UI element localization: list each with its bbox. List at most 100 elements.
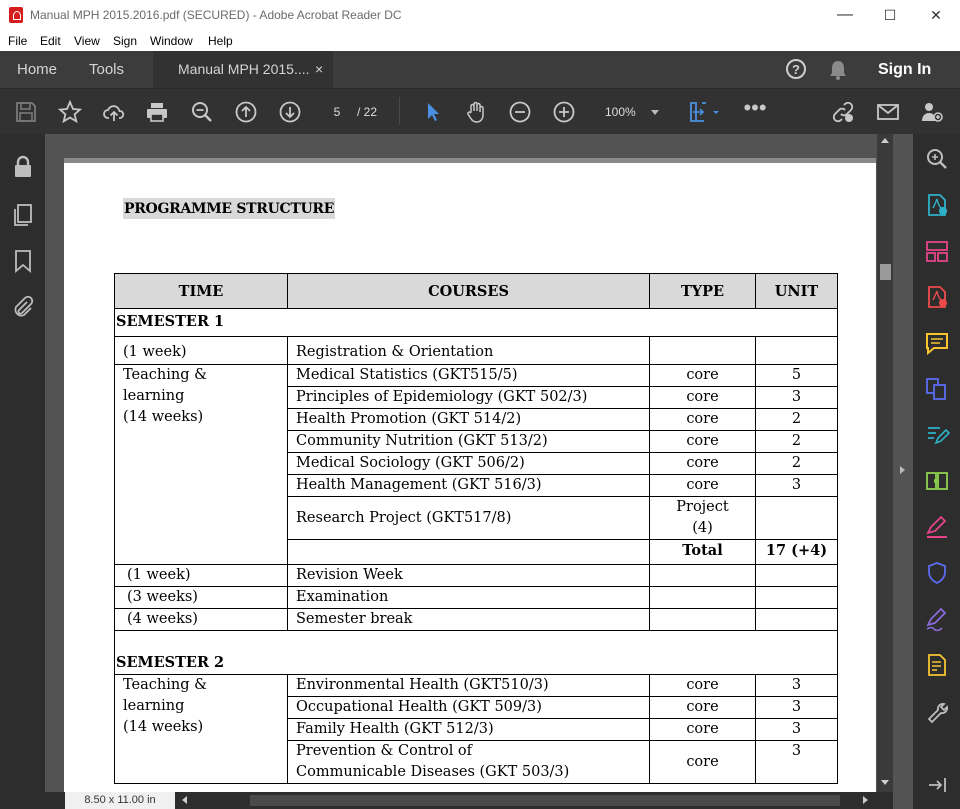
scroll-right-icon[interactable] bbox=[863, 796, 868, 804]
share-link-icon[interactable] bbox=[831, 100, 855, 124]
compare-files-icon[interactable] bbox=[924, 468, 950, 494]
column-header-unit: UNIT bbox=[755, 273, 838, 309]
save-icon[interactable] bbox=[14, 100, 38, 124]
type-cell: core bbox=[649, 430, 756, 453]
unit-cell bbox=[755, 564, 838, 587]
close-tab-icon[interactable]: × bbox=[315, 51, 323, 88]
help-icon[interactable]: ? bbox=[786, 59, 806, 79]
tab-tools[interactable]: Tools bbox=[89, 51, 124, 88]
collapse-tools-panel-icon[interactable] bbox=[924, 772, 950, 798]
course-cell: Semester break bbox=[287, 608, 650, 631]
unit-cell bbox=[755, 336, 838, 365]
semester-row: SEMESTER 2 bbox=[114, 630, 838, 675]
more-tools-icon[interactable]: ••• bbox=[743, 97, 767, 124]
email-icon[interactable] bbox=[876, 100, 900, 124]
time-line: Teaching & bbox=[123, 677, 208, 693]
enhance-scan-icon[interactable] bbox=[924, 146, 950, 172]
request-signature-icon[interactable] bbox=[924, 606, 950, 632]
previous-page-icon[interactable] bbox=[234, 100, 258, 124]
course-cell: Health Management (GKT 516/3) bbox=[287, 474, 650, 497]
minimize-button[interactable]: — bbox=[822, 0, 868, 30]
zoom-in-icon[interactable] bbox=[552, 100, 576, 124]
more-tools-wrench-icon[interactable] bbox=[924, 698, 950, 724]
protect-icon[interactable] bbox=[924, 560, 950, 586]
zoom-level-select[interactable]: 100% bbox=[595, 100, 665, 124]
scroll-down-icon[interactable] bbox=[881, 780, 889, 785]
course-cell: Principles of Epidemiology (GKT 502/3) bbox=[287, 386, 650, 409]
close-window-button[interactable]: ✕ bbox=[913, 0, 959, 30]
course-line: Communicable Diseases (GKT 503/3) bbox=[296, 764, 570, 780]
page-number-input[interactable]: 5 bbox=[320, 100, 354, 124]
time-line: (14 weeks) bbox=[123, 409, 204, 425]
course-cell: Family Health (GKT 512/3) bbox=[287, 718, 650, 741]
next-page-icon[interactable] bbox=[278, 100, 302, 124]
vertical-scrollbar[interactable] bbox=[877, 134, 893, 794]
comment-icon[interactable] bbox=[924, 330, 950, 356]
type-cell: core bbox=[649, 740, 756, 784]
total-value: 17 (+4) bbox=[755, 539, 838, 565]
attachment-icon[interactable] bbox=[10, 294, 36, 320]
edit-pdf-icon[interactable] bbox=[924, 422, 950, 448]
time-cell: (4 weeks) bbox=[114, 608, 288, 631]
menu-sign[interactable]: Sign bbox=[113, 34, 137, 48]
left-navigation-rail bbox=[0, 134, 58, 809]
add-user-icon[interactable] bbox=[920, 100, 944, 124]
pdf-page: PROGRAMME STRUCTURE TIME COURSES TYPE UN… bbox=[64, 158, 876, 798]
unit-cell bbox=[755, 496, 838, 540]
tab-bar: Home Tools Manual MPH 2015.... × ? Sign … bbox=[0, 51, 960, 88]
page-thumbnails-icon[interactable] bbox=[10, 202, 36, 228]
unit-cell: 3 bbox=[755, 718, 838, 741]
export-pdf-icon[interactable] bbox=[924, 192, 950, 218]
star-icon[interactable] bbox=[58, 100, 82, 124]
tab-document[interactable]: Manual MPH 2015.... × bbox=[153, 51, 333, 88]
hand-tool-icon[interactable] bbox=[464, 100, 488, 124]
unit-cell: 3 bbox=[755, 696, 838, 719]
tab-home[interactable]: Home bbox=[17, 51, 57, 88]
notification-bell-icon[interactable] bbox=[828, 59, 848, 85]
unit-cell: 2 bbox=[755, 408, 838, 431]
unit-cell: 5 bbox=[755, 364, 838, 387]
type-cell: core bbox=[649, 386, 756, 409]
page-fit-icon[interactable] bbox=[688, 100, 722, 124]
bookmark-icon[interactable] bbox=[10, 248, 36, 274]
time-cell: (1 week) bbox=[114, 564, 288, 587]
print-icon[interactable] bbox=[145, 100, 169, 124]
organize-pages-icon[interactable] bbox=[924, 238, 950, 264]
type-cell: core bbox=[649, 718, 756, 741]
menu-window[interactable]: Window bbox=[150, 34, 193, 48]
combine-files-icon[interactable] bbox=[924, 376, 950, 402]
type-cell: Project (4) bbox=[649, 496, 756, 540]
maximize-button[interactable]: ☐ bbox=[867, 0, 913, 30]
zoom-search-icon[interactable] bbox=[190, 100, 214, 124]
unit-cell: 2 bbox=[755, 452, 838, 475]
unit-cell: 3 bbox=[755, 474, 838, 497]
lock-icon[interactable] bbox=[10, 154, 36, 180]
acrobat-app-icon bbox=[9, 7, 23, 23]
table-row: Teaching & learning (14 weeks) Environme… bbox=[114, 674, 838, 784]
horizontal-scroll-thumb[interactable] bbox=[250, 795, 840, 806]
programme-table: TIME COURSES TYPE UNIT SEMESTER 1 (1 wee… bbox=[114, 273, 838, 784]
collapse-right-panel-icon[interactable] bbox=[900, 466, 905, 474]
type-cell bbox=[649, 336, 756, 365]
menu-help[interactable]: Help bbox=[208, 34, 233, 48]
scroll-up-icon[interactable] bbox=[881, 138, 889, 143]
type-cell: core bbox=[649, 452, 756, 475]
type-cell: core bbox=[649, 408, 756, 431]
menu-edit[interactable]: Edit bbox=[40, 34, 61, 48]
course-cell: Occupational Health (GKT 509/3) bbox=[287, 696, 650, 719]
upload-cloud-icon[interactable] bbox=[102, 100, 126, 124]
zoom-out-icon[interactable] bbox=[508, 100, 532, 124]
table-row: (3 weeks) Examination bbox=[114, 586, 838, 609]
column-header-type: TYPE bbox=[649, 273, 756, 309]
select-cursor-icon[interactable] bbox=[420, 100, 444, 124]
scroll-left-icon[interactable] bbox=[182, 796, 187, 804]
sign-in-button[interactable]: Sign In bbox=[878, 51, 931, 88]
create-pdf-icon[interactable] bbox=[924, 284, 950, 310]
send-for-comments-icon[interactable] bbox=[924, 652, 950, 678]
semester-2-label: SEMESTER 2 bbox=[114, 630, 838, 675]
vertical-scroll-thumb[interactable] bbox=[880, 264, 891, 280]
menu-file[interactable]: File bbox=[8, 34, 27, 48]
course-cell: Medical Statistics (GKT515/5) bbox=[287, 364, 650, 387]
menu-view[interactable]: View bbox=[74, 34, 100, 48]
fill-and-sign-icon[interactable] bbox=[924, 514, 950, 540]
